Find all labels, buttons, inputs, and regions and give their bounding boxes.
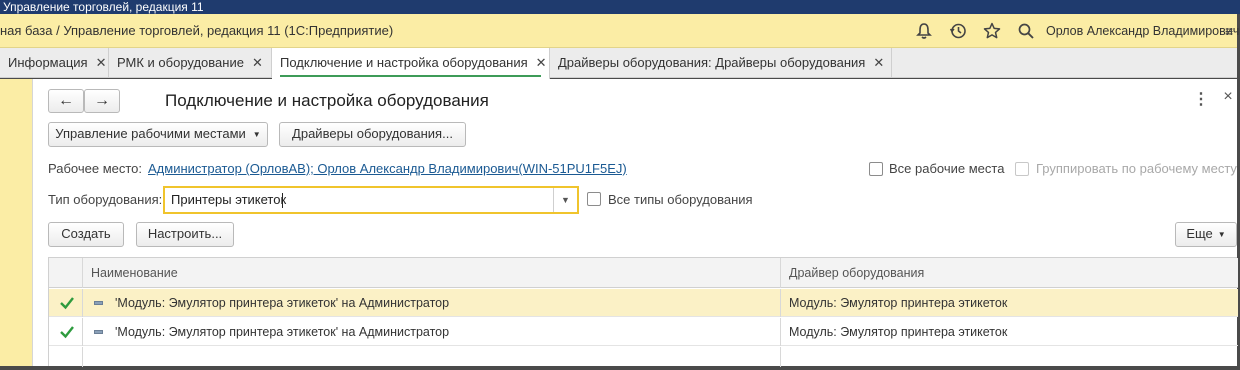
all-types-checkbox[interactable] (587, 192, 601, 206)
equipment-table: Наименование Драйвер оборудования 'Модул… (48, 257, 1238, 367)
tab-label: РМК и оборудование (117, 55, 244, 70)
group-by-workplace-checkbox[interactable] (1015, 162, 1029, 176)
all-workplaces-checkbox[interactable] (869, 162, 883, 176)
tab-information[interactable]: Информация ✕ (0, 48, 109, 78)
star-icon[interactable] (982, 21, 1002, 41)
check-icon (60, 326, 74, 339)
tab-label: Драйверы оборудования: Драйверы оборудов… (558, 55, 866, 70)
close-icon[interactable]: ✕ (536, 55, 547, 70)
text-cursor (282, 193, 283, 208)
more-button[interactable]: Еще ▼ (1175, 222, 1237, 247)
cell-driver: Модуль: Эмулятор принтера этикеток (789, 325, 1008, 339)
tab-label: Информация (8, 55, 88, 70)
menu-icon[interactable]: ≡ (1225, 23, 1235, 39)
tab-rmk-equipment[interactable]: РМК и оборудование ✕ (109, 48, 272, 78)
more-actions-icon[interactable]: ⋮ (1193, 89, 1209, 109)
dropdown-arrow-icon: ▼ (1217, 230, 1226, 239)
back-button[interactable]: ← (48, 89, 84, 113)
left-panel (0, 79, 32, 366)
user-name[interactable]: Орлов Александр Владимирович (1046, 14, 1239, 48)
tab-equipment-setup[interactable]: Подключение и настройка оборудования ✕ (272, 48, 550, 79)
group-by-workplace-label: Группировать по рабочему месту (1036, 161, 1237, 176)
dropdown-arrow-icon: ▼ (252, 130, 261, 139)
equipment-drivers-button[interactable]: Драйверы оборудования... (279, 122, 466, 147)
close-icon[interactable]: ✕ (96, 55, 107, 70)
create-button[interactable]: Создать (48, 222, 124, 247)
all-workplaces-label[interactable]: Все рабочие места (889, 161, 1004, 176)
equipment-item-icon (94, 330, 103, 334)
equipment-item-icon (94, 301, 103, 305)
cell-name: 'Модуль: Эмулятор принтера этикеток' на … (115, 325, 450, 339)
configure-button[interactable]: Настроить... (136, 222, 234, 247)
close-icon[interactable]: ✕ (252, 55, 263, 70)
table-row[interactable]: 'Модуль: Эмулятор принтера этикеток' на … (49, 289, 1238, 317)
app-header: ная база / Управление торговлей, редакци… (0, 14, 1239, 48)
window-title: Управление торговлей, редакция 11 (0, 0, 1240, 14)
history-icon[interactable] (948, 21, 968, 41)
workplace-label: Рабочее место: (48, 161, 143, 176)
close-icon[interactable]: ✕ (873, 55, 884, 70)
cell-name: 'Модуль: Эмулятор принтера этикеток' на … (115, 296, 450, 310)
bell-icon[interactable] (914, 21, 934, 41)
tab-label: Подключение и настройка оборудования (280, 55, 528, 70)
chevron-down-icon[interactable]: ▼ (553, 188, 577, 212)
check-icon (60, 297, 74, 310)
page-title: Подключение и настройка оборудования (165, 91, 489, 110)
table-row[interactable]: 'Модуль: Эмулятор принтера этикеток' на … (49, 318, 1238, 346)
tabs-bar: Информация ✕ РМК и оборудование ✕ Подключе… (0, 48, 1237, 79)
active-tab-indicator (280, 75, 541, 77)
column-header-name[interactable]: Наименование (91, 258, 178, 288)
close-form-icon[interactable]: × (1221, 88, 1235, 108)
all-types-label[interactable]: Все типы оборудования (608, 192, 753, 207)
column-header-driver[interactable]: Драйвер оборудования (789, 258, 924, 288)
equipment-type-value: Принтеры этикеток (171, 192, 287, 207)
cell-driver: Модуль: Эмулятор принтера этикеток (789, 296, 1008, 310)
forward-button[interactable]: → (84, 89, 120, 113)
equipment-type-input[interactable]: Принтеры этикеток ▼ (163, 186, 579, 214)
equipment-type-label: Тип оборудования: (48, 192, 163, 207)
search-icon[interactable] (1016, 21, 1036, 41)
form-content: ← → Подключение и настройка оборудования… (32, 79, 1238, 367)
tab-equipment-drivers[interactable]: Драйверы оборудования: Драйверы оборудов… (550, 48, 892, 78)
table-header: Наименование Драйвер оборудования (49, 258, 1238, 288)
manage-workplaces-button[interactable]: Управление рабочими местами ▼ (48, 122, 268, 147)
workplace-link[interactable]: Администратор (ОрловАВ); Орлов Александр… (148, 161, 627, 176)
app-title: ная база / Управление торговлей, редакци… (0, 23, 394, 38)
